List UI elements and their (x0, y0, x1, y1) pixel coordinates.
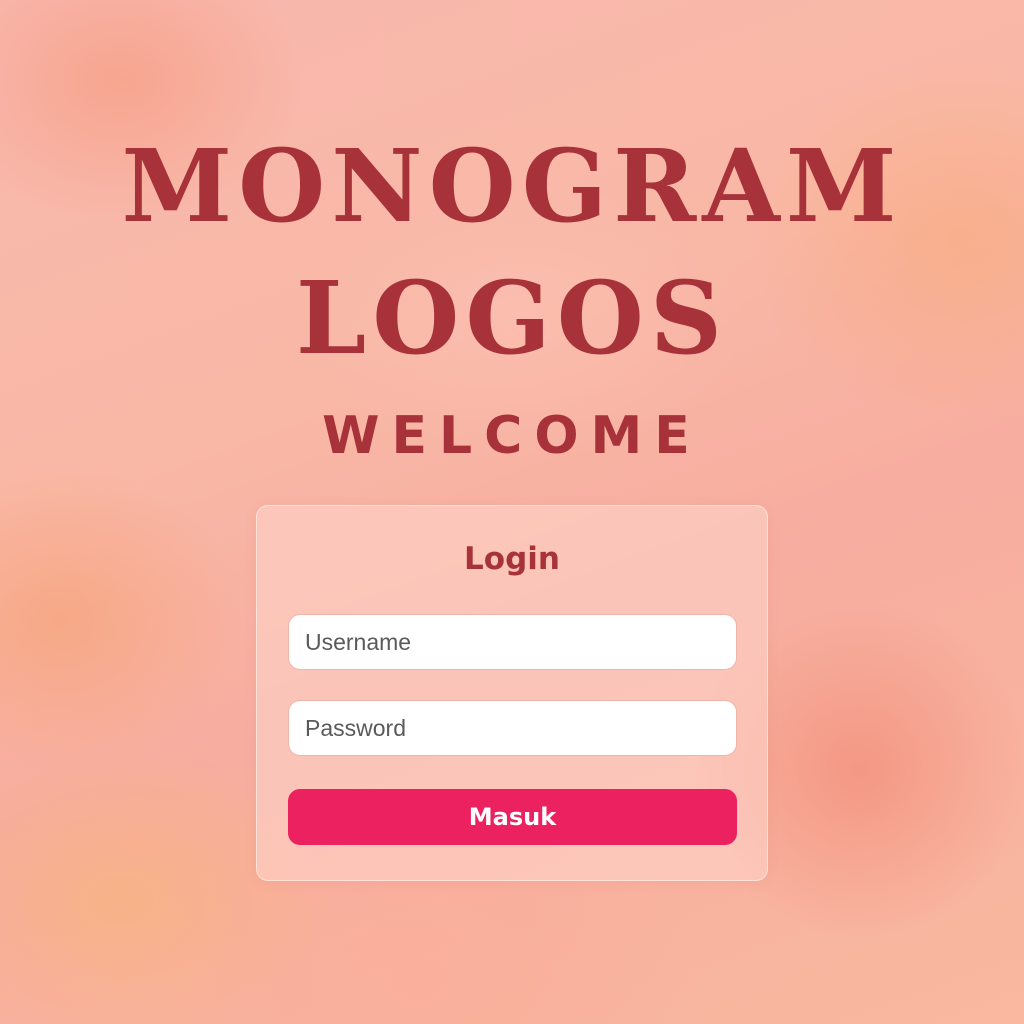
welcome-heading: WELCOME (322, 406, 702, 466)
login-card: Login Masuk (256, 505, 768, 881)
brand-title-line-1: MONOGRAM (121, 127, 903, 245)
brand-title-line-2: LOGOS (295, 259, 729, 377)
login-submit-button[interactable]: Masuk (288, 789, 737, 845)
login-title: Login (464, 541, 560, 577)
username-input[interactable] (288, 614, 737, 670)
password-input[interactable] (288, 700, 737, 756)
